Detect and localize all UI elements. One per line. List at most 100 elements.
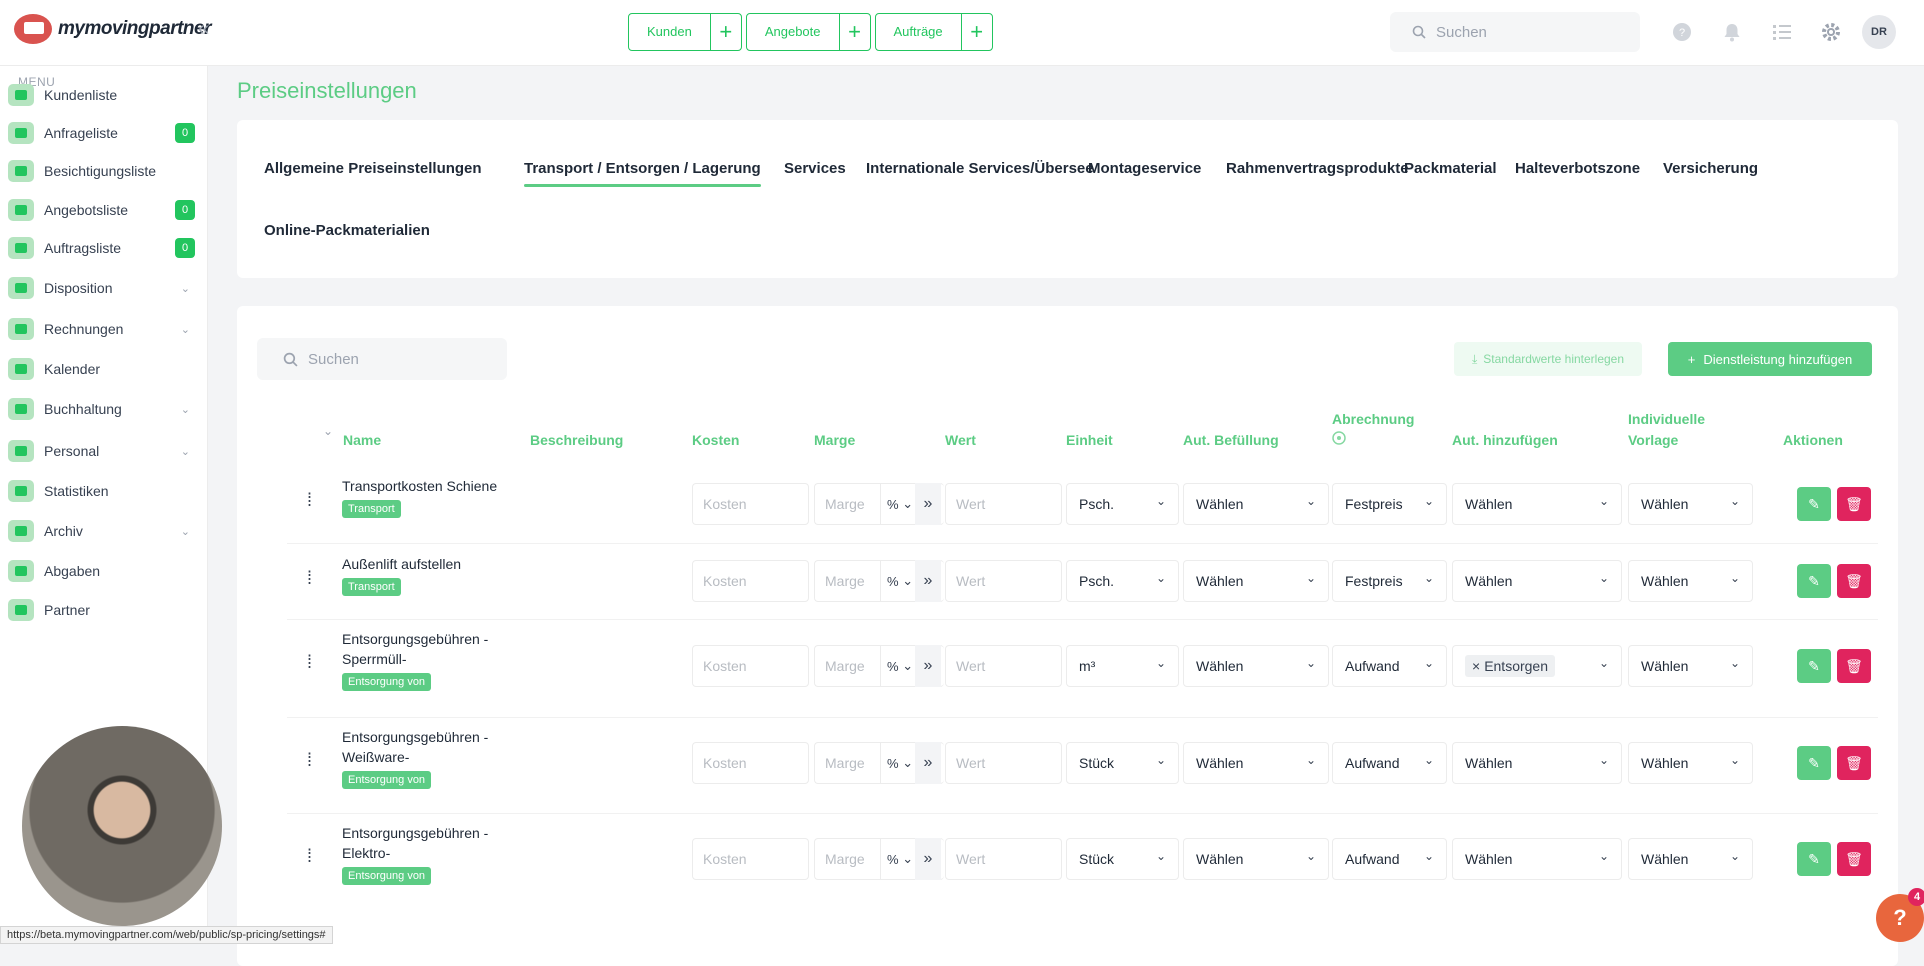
sidebar-item-archiv[interactable]: Archiv ⌄ [8,516,200,546]
sidebar-item-personal[interactable]: Personal ⌄ [8,436,200,466]
angebote-button[interactable]: Angebote [747,14,840,50]
sidebar-item-kundenliste[interactable]: Kundenliste [8,80,200,110]
sidebar-collapse-button[interactable]: « [198,18,209,41]
wert-input[interactable]: Wert [945,838,1062,880]
add-auftraege-button[interactable]: + [962,14,992,50]
kosten-input[interactable]: Kosten [692,645,809,687]
info-icon[interactable] [1332,430,1346,451]
apply-arrow-button[interactable]: » [915,560,941,602]
abrechnung-select[interactable]: Aufwand ⌄ [1332,645,1447,687]
kosten-input[interactable]: Kosten [692,483,809,525]
drag-handle-icon[interactable]: ⁞ [307,653,317,671]
tab-packmaterial[interactable]: Packmaterial [1404,160,1497,177]
edit-button[interactable]: ✎ [1797,746,1831,780]
abrechnung-select[interactable]: Festpreis ⌄ [1332,560,1447,602]
services-search-input[interactable]: Suchen [257,338,507,380]
abrechnung-select[interactable]: Aufwand ⌄ [1332,838,1447,880]
add-angebote-button[interactable]: + [840,14,870,50]
tab-services[interactable]: Services [784,160,846,177]
help-chat-button[interactable]: ? 4 [1876,888,1924,942]
tab-internationale-services[interactable]: Internationale Services/Übersee [866,160,1094,177]
einheit-select[interactable]: Stück ⌄ [1066,742,1179,784]
vorlage-select[interactable]: Wählen ⌄ [1628,483,1753,525]
hinzufuegen-select[interactable]: Wählen ⌄ [1452,483,1622,525]
remove-chip-icon[interactable]: × [1472,658,1480,674]
delete-button[interactable]: 🗑 [1837,564,1871,598]
delete-button[interactable]: 🗑 [1837,842,1871,876]
sidebar-item-disposition[interactable]: Disposition ⌄ [8,273,200,303]
checklist-icon[interactable] [1771,21,1793,43]
edit-button[interactable]: ✎ [1797,842,1831,876]
tab-online-packmaterialien[interactable]: Online-Packmaterialien [264,222,430,239]
sidebar-item-abgaben[interactable]: Abgaben [8,556,200,586]
hinzufuegen-select[interactable]: × Entsorgen ⌄ [1452,645,1622,687]
edit-button[interactable]: ✎ [1797,487,1831,521]
befuellung-select[interactable]: Wählen ⌄ [1183,838,1329,880]
kosten-input[interactable]: Kosten [692,838,809,880]
sidebar-item-angebotsliste[interactable]: Angebotsliste 0 [8,195,200,225]
gear-icon[interactable] [1820,21,1842,43]
apply-arrow-button[interactable]: » [915,483,941,525]
sidebar-item-statistiken[interactable]: Statistiken [8,476,200,506]
wert-input[interactable]: Wert [945,645,1062,687]
delete-button[interactable]: 🗑 [1837,746,1871,780]
vorlage-select[interactable]: Wählen ⌄ [1628,742,1753,784]
befuellung-select[interactable]: Wählen ⌄ [1183,742,1329,784]
avatar[interactable]: DR [1862,15,1896,49]
global-search-input[interactable]: Suchen [1390,12,1640,52]
drag-handle-icon[interactable]: ⁞ [307,847,317,865]
tab-rahmenvertragsprodukte[interactable]: Rahmenvertragsprodukte [1226,160,1409,177]
tab-montageservice[interactable]: Montageservice [1088,160,1201,177]
abrechnung-select[interactable]: Aufwand ⌄ [1332,742,1447,784]
wert-input[interactable]: Wert [945,742,1062,784]
abrechnung-select[interactable]: Festpreis ⌄ [1332,483,1447,525]
kosten-input[interactable]: Kosten [692,560,809,602]
hinzufuegen-select[interactable]: Wählen ⌄ [1452,560,1622,602]
col-header-name[interactable]: Name [343,430,381,451]
wert-input[interactable]: Wert [945,483,1062,525]
einheit-select[interactable]: Stück ⌄ [1066,838,1179,880]
delete-button[interactable]: 🗑 [1837,649,1871,683]
help-icon[interactable]: ? [1671,21,1693,43]
kosten-input[interactable]: Kosten [692,742,809,784]
sidebar-item-rechnungen[interactable]: Rechnungen ⌄ [8,314,200,344]
collapse-all-chevron-icon[interactable]: ⌄ [323,424,333,438]
vorlage-select[interactable]: Wählen ⌄ [1628,645,1753,687]
add-service-button[interactable]: + Dienstleistung hinzufügen [1668,342,1872,376]
auftraege-button[interactable]: Aufträge [876,14,962,50]
sidebar-item-auftragsliste[interactable]: Auftragsliste 0 [8,233,200,263]
tab-versicherung[interactable]: Versicherung [1663,160,1758,177]
vorlage-select[interactable]: Wählen ⌄ [1628,560,1753,602]
befuellung-select[interactable]: Wählen ⌄ [1183,560,1329,602]
einheit-select[interactable]: Psch. ⌄ [1066,560,1179,602]
standardwerte-button[interactable]: ⤓ Standardwerte hinterlegen [1454,342,1642,376]
befuellung-select[interactable]: Wählen ⌄ [1183,645,1329,687]
kunden-button[interactable]: Kunden [629,14,711,50]
hinzufuegen-select[interactable]: Wählen ⌄ [1452,838,1622,880]
befuellung-select[interactable]: Wählen ⌄ [1183,483,1329,525]
apply-arrow-button[interactable]: » [915,838,941,880]
delete-button[interactable]: 🗑 [1837,487,1871,521]
apply-arrow-button[interactable]: » [915,742,941,784]
drag-handle-icon[interactable]: ⁞ [307,491,317,509]
wert-input[interactable]: Wert [945,560,1062,602]
edit-button[interactable]: ✎ [1797,564,1831,598]
edit-button[interactable]: ✎ [1797,649,1831,683]
drag-handle-icon[interactable]: ⁞ [307,569,317,587]
sidebar-item-kalender[interactable]: Kalender [8,354,200,384]
vorlage-select[interactable]: Wählen ⌄ [1628,838,1753,880]
add-kunden-button[interactable]: + [711,14,741,50]
tab-allgemeine-preiseinstellungen[interactable]: Allgemeine Preiseinstellungen [264,160,482,177]
apply-arrow-button[interactable]: » [915,645,941,687]
hinzufuegen-select[interactable]: Wählen ⌄ [1452,742,1622,784]
sidebar-item-anfrageliste[interactable]: Anfrageliste 0 [8,118,200,148]
drag-handle-icon[interactable]: ⁞ [307,751,317,769]
einheit-select[interactable]: Psch. ⌄ [1066,483,1179,525]
sidebar-item-besichtigungsliste[interactable]: Besichtigungsliste [8,156,200,186]
sidebar-item-buchhaltung[interactable]: Buchhaltung ⌄ [8,394,200,424]
tab-transport-entsorgen-lagerung[interactable]: Transport / Entsorgen / Lagerung [524,160,761,187]
bell-icon[interactable] [1721,21,1743,43]
sidebar-item-partner[interactable]: Partner [8,595,200,625]
logo[interactable]: mymovingpartner [14,14,211,44]
tab-halteverbotszone[interactable]: Halteverbotszone [1515,160,1640,177]
